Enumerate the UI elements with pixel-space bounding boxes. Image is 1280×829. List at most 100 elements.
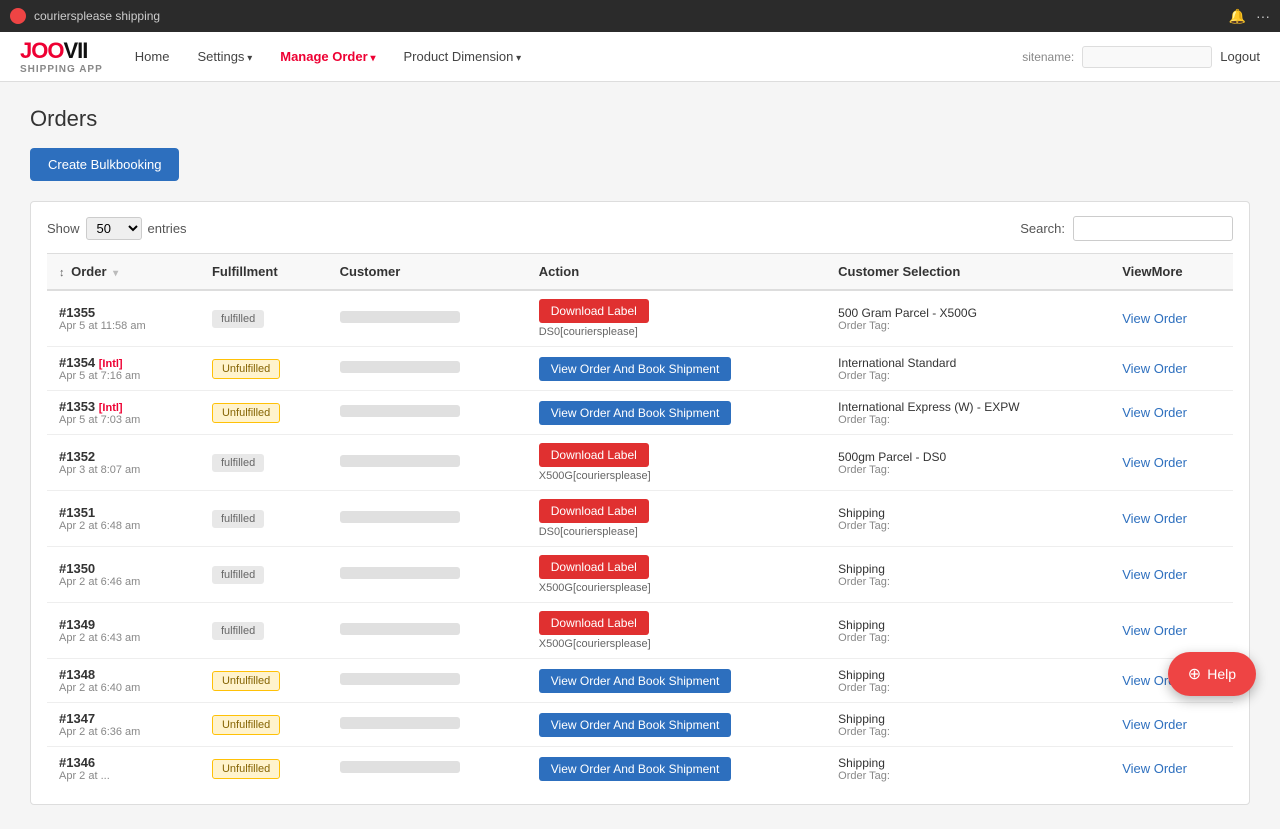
viewmore-cell: View Order bbox=[1110, 603, 1233, 659]
customer-cell bbox=[328, 435, 527, 491]
selection-main: Shipping bbox=[838, 562, 1098, 576]
action-cell: View Order And Book Shipment bbox=[527, 659, 826, 703]
view-order-link[interactable]: View Order bbox=[1122, 761, 1187, 776]
create-bulkbooking-button[interactable]: Create Bulkbooking bbox=[30, 148, 179, 181]
order-cell: #1350Apr 2 at 6:46 am bbox=[47, 547, 200, 603]
action-sub: X500G[couriersplease] bbox=[539, 582, 814, 594]
order-date: Apr 5 at 7:16 am bbox=[59, 370, 188, 382]
order-number: #1349 bbox=[59, 617, 188, 632]
order-number: #1354 [Intl] bbox=[59, 355, 188, 370]
selection-main: Shipping bbox=[838, 506, 1098, 520]
search-box: Search: bbox=[1020, 216, 1233, 241]
customer-placeholder bbox=[340, 511, 460, 523]
nav-links: Home Settings Manage Order Product Dimen… bbox=[123, 43, 1022, 70]
view-order-link[interactable]: View Order bbox=[1122, 717, 1187, 732]
order-date: Apr 2 at 6:40 am bbox=[59, 682, 188, 694]
fulfillment-cell: fulfilled bbox=[200, 491, 328, 547]
titlebar-actions: 🔔 ··· bbox=[1229, 8, 1270, 25]
nav-settings[interactable]: Settings bbox=[185, 43, 264, 70]
col-viewmore: ViewMore bbox=[1110, 254, 1233, 291]
selection-main: Shipping bbox=[838, 618, 1098, 632]
action-button[interactable]: View Order And Book Shipment bbox=[539, 713, 732, 737]
order-number: #1352 bbox=[59, 449, 188, 464]
view-order-link[interactable]: View Order bbox=[1122, 567, 1187, 582]
action-button[interactable]: Download Label bbox=[539, 299, 649, 323]
customer-placeholder bbox=[340, 311, 460, 323]
action-button[interactable]: Download Label bbox=[539, 499, 649, 523]
help-label: Help bbox=[1207, 666, 1236, 682]
order-number: #1348 bbox=[59, 667, 188, 682]
customer-selection-cell: ShippingOrder Tag: bbox=[826, 747, 1110, 791]
customer-placeholder bbox=[340, 623, 460, 635]
order-number: #1347 bbox=[59, 711, 188, 726]
action-button[interactable]: Download Label bbox=[539, 555, 649, 579]
action-button[interactable]: View Order And Book Shipment bbox=[539, 757, 732, 781]
view-order-link[interactable]: View Order bbox=[1122, 311, 1187, 326]
filter-icon[interactable]: ▾ bbox=[113, 268, 118, 279]
order-cell: #1346Apr 2 at ... bbox=[47, 747, 200, 791]
fulfillment-cell: fulfilled bbox=[200, 603, 328, 659]
table-row: #1349Apr 2 at 6:43 amfulfilled Download L… bbox=[47, 603, 1233, 659]
order-date: Apr 2 at 6:46 am bbox=[59, 576, 188, 588]
customer-cell bbox=[328, 703, 527, 747]
customer-cell bbox=[328, 747, 527, 791]
view-order-link[interactable]: View Order bbox=[1122, 623, 1187, 638]
action-cell: View Order And Book Shipment bbox=[527, 391, 826, 435]
action-button[interactable]: Download Label bbox=[539, 611, 649, 635]
selection-tag: Order Tag: bbox=[838, 576, 1098, 588]
action-button[interactable]: View Order And Book Shipment bbox=[539, 357, 732, 381]
customer-placeholder bbox=[340, 361, 460, 373]
customer-placeholder bbox=[340, 761, 460, 773]
viewmore-cell: View Order bbox=[1110, 491, 1233, 547]
customer-selection-cell: ShippingOrder Tag: bbox=[826, 491, 1110, 547]
nav-product-dimension[interactable]: Product Dimension bbox=[391, 43, 533, 70]
customer-selection-cell: ShippingOrder Tag: bbox=[826, 547, 1110, 603]
order-intl-badge: [Intl] bbox=[99, 402, 123, 414]
table-header-row: ↕ Order ▾ Fulfillment Customer Action Cu… bbox=[47, 254, 1233, 291]
entries-select[interactable]: 50 10 25 100 bbox=[86, 217, 142, 240]
order-cell: #1355Apr 5 at 11:58 am bbox=[47, 290, 200, 347]
customer-selection-cell: ShippingOrder Tag: bbox=[826, 703, 1110, 747]
fulfillment-badge: fulfilled bbox=[212, 454, 264, 472]
sitename-input[interactable] bbox=[1082, 46, 1212, 68]
entries-label: entries bbox=[148, 221, 187, 236]
action-cell: Download Label X500G[couriersplease] bbox=[527, 547, 826, 603]
table-row: #1348Apr 2 at 6:40 amUnfulfilledView Ord… bbox=[47, 659, 1233, 703]
customer-selection-cell: International Express (W) - EXPWOrder Ta… bbox=[826, 391, 1110, 435]
selection-tag: Order Tag: bbox=[838, 464, 1098, 476]
table-row: #1353 [Intl]Apr 5 at 7:03 amUnfulfilledV… bbox=[47, 391, 1233, 435]
customer-selection-cell: International StandardOrder Tag: bbox=[826, 347, 1110, 391]
action-cell: View Order And Book Shipment bbox=[527, 747, 826, 791]
order-cell: #1354 [Intl]Apr 5 at 7:16 am bbox=[47, 347, 200, 391]
bell-icon[interactable]: 🔔 bbox=[1229, 8, 1246, 25]
search-input[interactable] bbox=[1073, 216, 1233, 241]
action-button[interactable]: View Order And Book Shipment bbox=[539, 669, 732, 693]
viewmore-cell: View Order bbox=[1110, 347, 1233, 391]
more-icon[interactable]: ··· bbox=[1256, 8, 1270, 25]
col-customer-selection: Customer Selection bbox=[826, 254, 1110, 291]
viewmore-cell: View Order bbox=[1110, 747, 1233, 791]
action-button[interactable]: Download Label bbox=[539, 443, 649, 467]
view-order-link[interactable]: View Order bbox=[1122, 455, 1187, 470]
logout-button[interactable]: Logout bbox=[1220, 49, 1260, 64]
order-number: #1355 bbox=[59, 305, 188, 320]
customer-cell bbox=[328, 347, 527, 391]
nav-home[interactable]: Home bbox=[123, 43, 182, 70]
selection-tag: Order Tag: bbox=[838, 632, 1098, 644]
action-cell: Download LabelDS0[couriersplease] bbox=[527, 290, 826, 347]
order-cell: #1349Apr 2 at 6:43 am bbox=[47, 603, 200, 659]
action-cell: View Order And Book Shipment bbox=[527, 347, 826, 391]
order-number: #1353 [Intl] bbox=[59, 399, 188, 414]
nav-manage-order[interactable]: Manage Order bbox=[268, 43, 387, 70]
help-button[interactable]: ⊕ Help bbox=[1168, 652, 1256, 696]
order-date: Apr 2 at 6:48 am bbox=[59, 520, 188, 532]
selection-main: International Express (W) - EXPW bbox=[838, 400, 1098, 414]
table-row: #1347Apr 2 at 6:36 amUnfulfilledView Ord… bbox=[47, 703, 1233, 747]
col-fulfillment: Fulfillment bbox=[200, 254, 328, 291]
view-order-link[interactable]: View Order bbox=[1122, 361, 1187, 376]
view-order-link[interactable]: View Order bbox=[1122, 405, 1187, 420]
table-section: Show 50 10 25 100 entries Search: ↕ bbox=[30, 201, 1250, 805]
action-button[interactable]: View Order And Book Shipment bbox=[539, 401, 732, 425]
customer-placeholder bbox=[340, 455, 460, 467]
view-order-link[interactable]: View Order bbox=[1122, 511, 1187, 526]
